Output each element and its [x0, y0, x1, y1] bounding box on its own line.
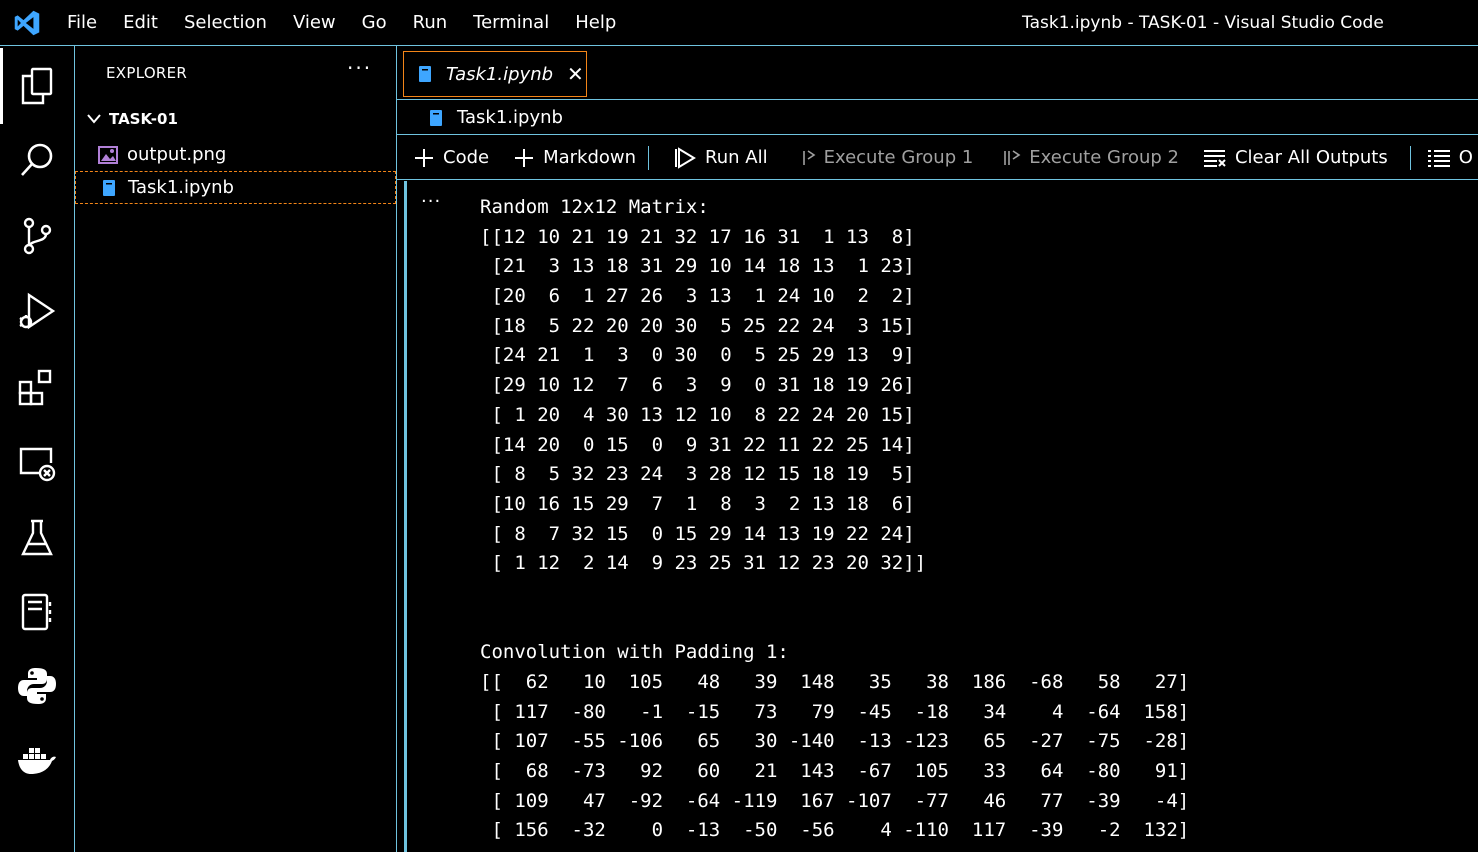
run-all-label: Run All — [705, 147, 768, 168]
toolbar-divider — [648, 145, 650, 170]
execute-group-2-button[interactable]: Execute Group 2 — [1003, 136, 1179, 179]
close-icon[interactable]: ✕ — [567, 62, 584, 86]
cell-output-menu-button[interactable]: ··· — [421, 191, 441, 212]
menu-edit[interactable]: Edit — [110, 0, 171, 46]
clear-all-outputs-button[interactable]: Clear All Outputs — [1203, 136, 1388, 179]
notebook-toolbar: Code Markdown Run All Execute Group 1 Ex… — [397, 136, 1478, 180]
menu-file[interactable]: File — [54, 0, 110, 46]
file-label: output.png — [127, 144, 227, 165]
notebook-cell-output: ··· Random 12x12 Matrix: [[12 10 21 19 21… — [397, 181, 1478, 852]
run-all-button[interactable]: Run All — [675, 136, 768, 179]
code-label: Code — [443, 147, 490, 168]
file-item-task1-ipynb[interactable]: Task1.ipynb — [75, 171, 396, 204]
plus-icon — [513, 147, 535, 169]
folder-label: TASK-01 — [109, 110, 178, 128]
image-icon — [97, 145, 119, 164]
menu-selection[interactable]: Selection — [171, 0, 280, 46]
toolbar-divider — [1409, 145, 1411, 170]
output-line: [ 68 -73 92 60 21 143 -67 105 33 64 -80 … — [480, 760, 1190, 783]
explorer-header: EXPLORER — [106, 64, 188, 82]
activity-bar — [0, 46, 75, 852]
output-line: [ 107 -55 -106 65 30 -140 -13 -123 65 -2… — [480, 730, 1190, 753]
tab-bar: Task1.ipynb ✕ — [397, 46, 1478, 100]
output-line: [ 1 20 4 30 13 12 10 8 22 24 20 15] — [480, 403, 915, 426]
chevron-down-icon — [79, 113, 109, 125]
output-line: [ 109 47 -92 -64 -119 167 -107 -77 46 77… — [480, 789, 1190, 812]
output-line: [ 156 -32 0 -13 -50 -56 4 -110 117 -39 -… — [480, 819, 1190, 842]
file-label: Task1.ipynb — [128, 177, 234, 198]
execute-group-1-button[interactable]: Execute Group 1 — [802, 136, 974, 179]
output-line: [ 1 12 2 14 9 23 25 31 12 23 20 32]] — [480, 552, 927, 575]
output-line: [10 16 15 29 7 1 8 3 2 13 18 6] — [480, 492, 915, 515]
run-debug-icon[interactable] — [0, 274, 74, 350]
list-icon — [1427, 148, 1451, 168]
explorer-sidebar: EXPLORER ··· TASK-01 output.png Task1.ip… — [75, 46, 397, 852]
plus-icon — [413, 147, 435, 169]
run-all-icon — [675, 146, 697, 169]
notebook-file-icon — [98, 179, 120, 197]
clear-all-outputs-label: Clear All Outputs — [1234, 147, 1388, 168]
notebook-file-icon — [429, 109, 445, 127]
output-line: [ 8 7 32 15 0 15 29 14 13 19 22 24] — [480, 522, 915, 545]
title-bar: File Edit Selection View Go Run Terminal… — [0, 0, 1478, 46]
menu-go[interactable]: Go — [349, 0, 400, 46]
python-icon[interactable] — [0, 648, 74, 724]
output-line: [18 5 22 20 20 30 5 25 22 24 3 15] — [480, 314, 915, 337]
outline-label: O — [1458, 147, 1473, 168]
docker-icon[interactable] — [0, 722, 74, 798]
file-item-output-png[interactable]: output.png — [75, 138, 396, 171]
editor-area: Task1.ipynb ✕ Task1.ipynb Code Markdown — [397, 46, 1478, 852]
execute-group-2-label: Execute Group 2 — [1029, 147, 1179, 168]
outline-button[interactable]: O — [1427, 136, 1473, 179]
notebook-icon[interactable] — [0, 574, 74, 650]
menu-terminal[interactable]: Terminal — [460, 0, 562, 46]
menu-bar: File Edit Selection View Go Run Terminal… — [54, 0, 629, 46]
output-line: Random 12x12 Matrix: — [480, 196, 709, 218]
cell-focus-indicator — [404, 181, 407, 852]
testing-icon[interactable] — [0, 500, 74, 576]
more-actions-button[interactable]: ··· — [347, 56, 372, 80]
menu-run[interactable]: Run — [400, 0, 461, 46]
menu-help[interactable]: Help — [562, 0, 629, 46]
execute-group-1-label: Execute Group 1 — [823, 147, 974, 168]
source-control-icon[interactable] — [0, 198, 74, 274]
output-line: [ 117 -80 -1 -15 73 79 -45 -18 34 4 -64 … — [480, 700, 1190, 723]
output-line: [21 3 13 18 31 29 10 14 18 13 1 23] — [480, 255, 915, 278]
explorer-icon[interactable] — [0, 48, 74, 124]
extensions-icon[interactable] — [0, 350, 74, 426]
vscode-logo-icon[interactable] — [0, 0, 54, 46]
remote-explorer-icon[interactable] — [0, 426, 74, 502]
add-code-cell-button[interactable]: Code — [413, 136, 490, 179]
clear-all-icon — [1203, 148, 1227, 168]
tab-task1-ipynb[interactable]: Task1.ipynb ✕ — [403, 51, 587, 97]
breadcrumb-item[interactable]: Task1.ipynb — [457, 107, 563, 128]
markdown-label: Markdown — [543, 147, 637, 168]
execute-group-icon — [802, 147, 816, 169]
output-line: [14 20 0 15 0 9 31 22 11 22 25 14] — [480, 433, 915, 456]
menu-view[interactable]: View — [280, 0, 349, 46]
add-markdown-cell-button[interactable]: Markdown — [513, 136, 637, 179]
output-line: [[12 10 21 19 21 32 17 16 31 1 13 8] — [480, 225, 915, 248]
output-text: Random 12x12 Matrix: [[12 10 21 19 21 32 … — [480, 193, 1189, 846]
output-line: [24 21 1 3 0 30 0 5 25 29 13 9] — [480, 344, 915, 367]
notebook-file-icon — [418, 65, 434, 83]
output-line: [ 8 5 32 23 24 3 28 12 15 18 19 5] — [480, 463, 915, 486]
output-line: [[ 62 10 105 48 39 148 35 38 186 -68 58 … — [480, 671, 1190, 693]
output-line: Convolution with Padding 1: — [480, 641, 789, 664]
output-line: [20 6 1 27 26 3 13 1 24 10 2 2] — [480, 285, 915, 308]
search-icon[interactable] — [0, 122, 74, 198]
folder-task-01[interactable]: TASK-01 — [75, 104, 396, 134]
window-title: Task1.ipynb - TASK-01 - Visual Studio Co… — [1022, 13, 1384, 33]
tab-label: Task1.ipynb — [446, 63, 554, 85]
breadcrumb: Task1.ipynb — [397, 101, 1478, 135]
output-line: [29 10 12 7 6 3 9 0 31 18 19 26] — [480, 374, 915, 397]
execute-group-icon — [1003, 147, 1021, 169]
